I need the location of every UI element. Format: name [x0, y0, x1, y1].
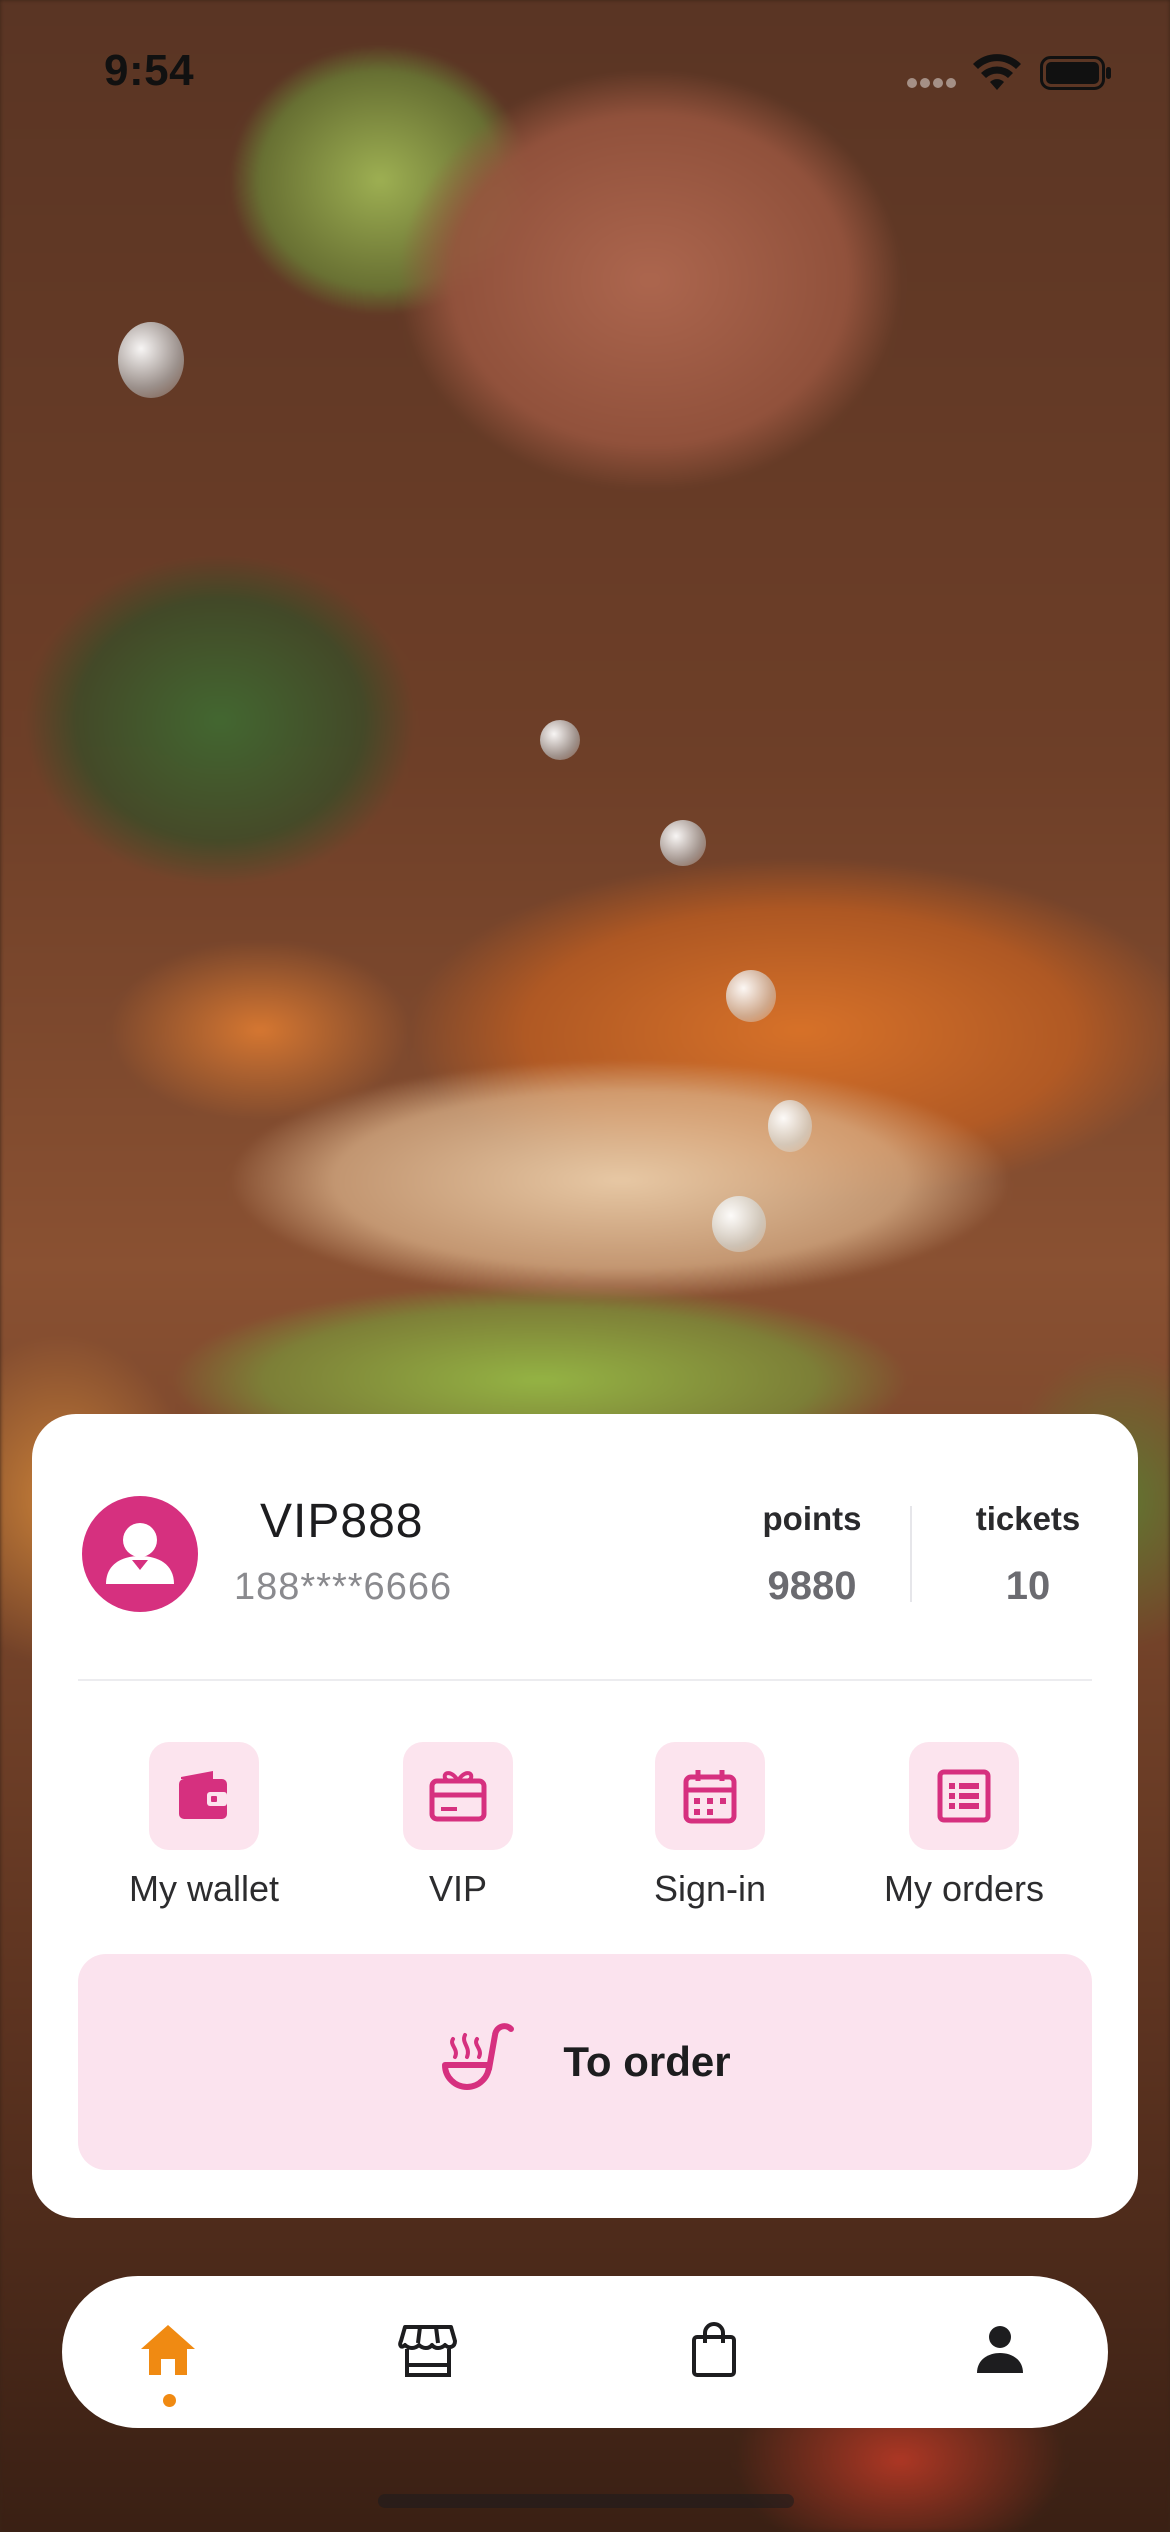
username: VIP888: [260, 1495, 424, 1548]
screen: 9:54 VIP888 188****6666 points 9880 tick…: [0, 0, 1170, 2532]
avatar[interactable]: [82, 1496, 198, 1612]
tab-profile[interactable]: [960, 2310, 1040, 2390]
card-divider: [78, 1679, 1092, 1681]
water-drop: [712, 1196, 766, 1252]
tab-bar: [62, 2276, 1108, 2428]
calendar-icon: [683, 1770, 737, 1824]
water-drop: [118, 322, 184, 398]
cellular-signal-icon: [907, 78, 956, 88]
wallet-icon: [179, 1771, 227, 1819]
vip-button[interactable]: VIP: [338, 1742, 578, 1910]
water-drop: [660, 820, 706, 866]
status-time: 9:54: [104, 46, 195, 95]
to-order-button[interactable]: To order: [78, 1954, 1092, 2170]
sign-in-button[interactable]: Sign-in: [590, 1742, 830, 1910]
my-orders-button[interactable]: My orders: [844, 1742, 1084, 1910]
ladle-icon: [442, 2023, 515, 2090]
water-drop: [540, 720, 580, 760]
order-list-icon-tile: [909, 1742, 1019, 1850]
gift-card-icon: [429, 1771, 487, 1822]
water-drop: [768, 1100, 812, 1152]
water-drop: [726, 970, 776, 1022]
shopping-bag-icon: [692, 2322, 736, 2377]
tab-store[interactable]: [388, 2310, 468, 2390]
active-tab-indicator: [163, 2394, 176, 2407]
sign-in-label: Sign-in: [653, 1868, 767, 1909]
wallet-icon-tile: [149, 1742, 259, 1850]
home-indicator: [378, 2494, 794, 2508]
person-icon: [977, 2326, 1023, 2373]
to-order-label: To order: [563, 2038, 731, 2085]
calendar-icon-tile: [655, 1742, 765, 1850]
user-avatar-icon: [106, 1523, 174, 1584]
order-list-icon: [937, 1769, 991, 1823]
phone-number: 188****6666: [234, 1566, 453, 1608]
account-card: VIP888 188****6666 points 9880 tickets 1…: [32, 1414, 1138, 2218]
my-wallet-label: My wallet: [128, 1868, 280, 1909]
points-stat[interactable]: points 9880: [712, 1500, 912, 1609]
status-bar: 9:54: [0, 0, 1170, 150]
tickets-value: 10: [1005, 1564, 1051, 1608]
points-label: points: [762, 1500, 862, 1537]
tab-home[interactable]: [128, 2310, 208, 2390]
points-value: 9880: [767, 1564, 857, 1608]
wifi-icon: [973, 54, 1021, 90]
my-orders-label: My orders: [883, 1868, 1045, 1909]
home-icon: [141, 2325, 195, 2375]
store-icon: [398, 2325, 457, 2377]
vip-label: VIP: [428, 1868, 488, 1909]
tab-bag[interactable]: [674, 2310, 754, 2390]
gift-card-icon-tile: [403, 1742, 513, 1850]
my-wallet-button[interactable]: My wallet: [84, 1742, 324, 1910]
tickets-stat[interactable]: tickets 10: [958, 1500, 1098, 1609]
stat-divider: [910, 1506, 912, 1602]
tickets-label: tickets: [975, 1500, 1081, 1537]
battery-icon: [1040, 56, 1111, 90]
